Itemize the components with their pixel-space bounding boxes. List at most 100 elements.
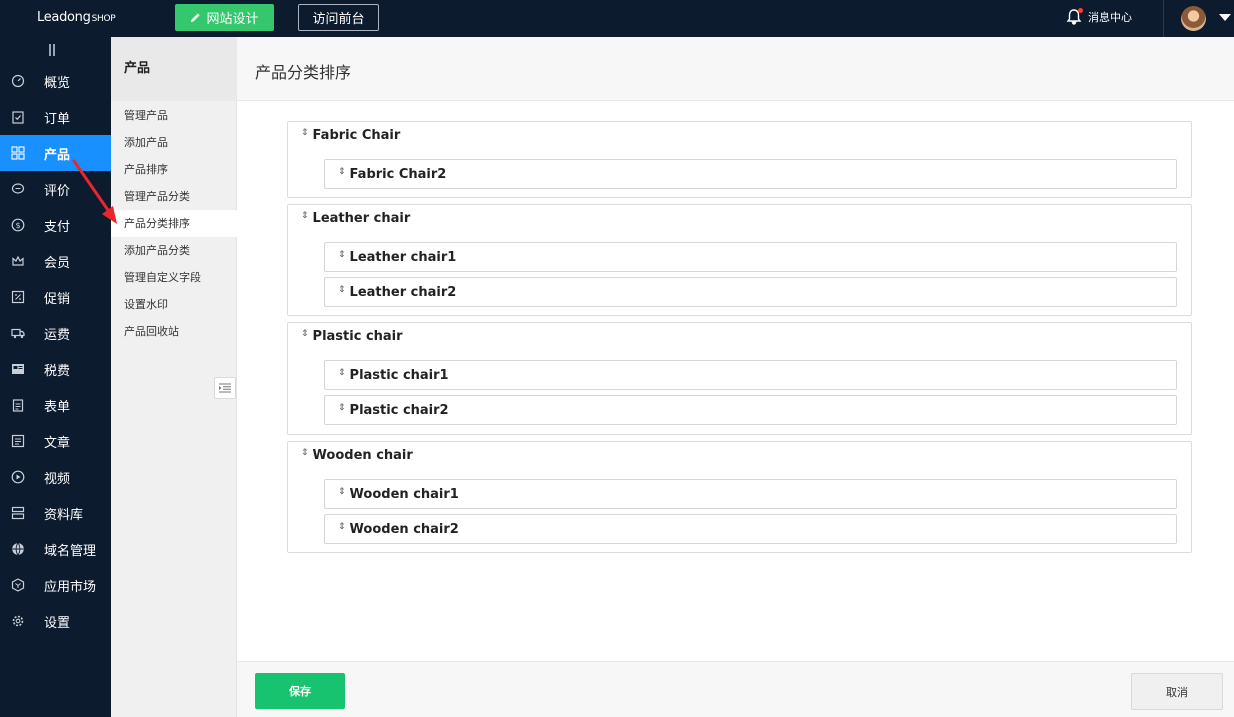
category-title: ⇕ Leather chair [301, 211, 410, 226]
drag-handle-icon[interactable]: ⇕ [338, 404, 346, 413]
crown-icon [11, 254, 25, 268]
topbar-divider [1163, 0, 1164, 37]
sidebar-item-products[interactable]: 产品 [0, 135, 111, 171]
sidebar-item-label: 应用市场 [44, 579, 97, 595]
sidebar-item-videos[interactable]: 视频 [0, 459, 111, 495]
sidebar-item-tax[interactable]: 税费 [0, 351, 111, 387]
bell-icon [1066, 8, 1083, 26]
drag-handle-icon[interactable]: ⇕ [338, 168, 346, 177]
sidebar-item-label: 产品 [44, 147, 71, 163]
subnav-item-add-product[interactable]: 添加产品 [111, 129, 237, 156]
sidebar-item-promotions[interactable]: 促销 [0, 279, 111, 315]
cancel-button[interactable]: 取消 [1131, 673, 1223, 710]
sidebar-item-members[interactable]: 会员 [0, 243, 111, 279]
sidebar-item-label: 支付 [44, 219, 71, 235]
sidebar-item-label: 促销 [44, 291, 71, 307]
subcategory-title: ⇕ Leather chair1 [338, 250, 456, 265]
sidebar-item-overview[interactable]: 概览 [0, 63, 111, 99]
logo-shop-text: SHOP [91, 14, 116, 24]
sidebar-item-label: 税费 [44, 363, 71, 379]
category-name: Leather chair [312, 211, 411, 226]
action-footer: 保存 取消 [237, 661, 1234, 717]
category-item[interactable]: ⇕ Fabric Chair ⇕ Fabric Chair2 [287, 121, 1192, 198]
sidebar-item-app-market[interactable]: 应用市场 [0, 567, 111, 603]
database-icon [11, 506, 25, 520]
avatar[interactable] [1181, 6, 1206, 31]
drag-handle-icon[interactable]: ⇕ [301, 212, 309, 221]
subcategory-item[interactable]: ⇕ Plastic chair1 [324, 360, 1177, 390]
tax-icon [11, 362, 25, 376]
category-item[interactable]: ⇕ Leather chair ⇕ Leather chair1 ⇕ Leather … [287, 204, 1192, 316]
sidebar-item-forms[interactable]: 表单 [0, 387, 111, 423]
caret-down-icon[interactable] [1219, 14, 1231, 21]
website-design-button[interactable]: 网站设计 [175, 4, 274, 31]
subcategory-item[interactable]: ⇕ Wooden chair1 [324, 479, 1177, 509]
sidebar-item-label: 文章 [44, 435, 71, 451]
sidebar-toggle-icon[interactable] [49, 44, 55, 56]
sidebar-item-reviews[interactable]: 评价 [0, 171, 111, 207]
drag-handle-icon[interactable]: ⇕ [301, 449, 309, 458]
sidebar-item-payment[interactable]: $ 支付 [0, 207, 111, 243]
subcategory-name: Wooden chair2 [349, 522, 459, 537]
svg-text:$: $ [15, 221, 20, 230]
subnav-item-product-sort[interactable]: 产品排序 [111, 156, 237, 183]
sidebar-item-settings[interactable]: 设置 [0, 603, 111, 639]
gear-icon [11, 614, 25, 628]
subnav-item-watermark[interactable]: 设置水印 [111, 291, 237, 318]
subcategory-title: ⇕ Leather chair2 [338, 285, 456, 300]
product-subnav: 产品 管理产品 添加产品 产品排序 管理产品分类 产品分类排序 添加产品分类 管… [111, 37, 237, 717]
visit-frontend-button[interactable]: 访问前台 [298, 4, 379, 31]
sidebar-item-articles[interactable]: 文章 [0, 423, 111, 459]
subcategory-item[interactable]: ⇕ Wooden chair2 [324, 514, 1177, 544]
main-sidebar: 概览 订单 产品 评价 $ 支付 会员 促销 运费 税费 表单 文章 视频 资料… [0, 37, 111, 717]
drag-handle-icon[interactable]: ⇕ [338, 488, 346, 497]
subcategory-item[interactable]: ⇕ Leather chair1 [324, 242, 1177, 272]
subnav-item-manage-categories[interactable]: 管理产品分类 [111, 183, 237, 210]
category-name: Fabric Chair [312, 128, 401, 143]
sidebar-item-library[interactable]: 资料库 [0, 495, 111, 531]
message-center[interactable]: 消息中心 [1066, 8, 1132, 26]
sidebar-item-label: 域名管理 [44, 543, 97, 559]
subcategory-name: Plastic chair1 [349, 368, 449, 383]
subcategory-title: ⇕ Plastic chair1 [338, 368, 449, 383]
collapse-menu-button[interactable] [214, 377, 236, 399]
subcategory-item[interactable]: ⇕ Plastic chair2 [324, 395, 1177, 425]
sidebar-item-label: 会员 [44, 255, 71, 271]
category-title: ⇕ Wooden chair [301, 448, 413, 463]
sidebar-item-domains[interactable]: 域名管理 [0, 531, 111, 567]
sidebar-item-shipping[interactable]: 运费 [0, 315, 111, 351]
subcategory-title: ⇕ Plastic chair2 [338, 403, 449, 418]
category-item[interactable]: ⇕ Wooden chair ⇕ Wooden chair1 ⇕ Wooden cha… [287, 441, 1192, 553]
drag-handle-icon[interactable]: ⇕ [338, 369, 346, 378]
pencil-icon [191, 13, 201, 23]
subnav-item-custom-fields[interactable]: 管理自定义字段 [111, 264, 237, 291]
subnav-item-category-sort[interactable]: 产品分类排序 [111, 210, 237, 237]
category-title: ⇕ Fabric Chair [301, 128, 400, 143]
drag-handle-icon[interactable]: ⇕ [338, 251, 346, 260]
dollar-icon: $ [11, 218, 25, 232]
category-item[interactable]: ⇕ Plastic chair ⇕ Plastic chair1 ⇕ Plastic … [287, 322, 1192, 435]
sidebar-item-orders[interactable]: 订单 [0, 99, 111, 135]
subnav-item-recycle-bin[interactable]: 产品回收站 [111, 318, 237, 345]
subnav-item-add-category[interactable]: 添加产品分类 [111, 237, 237, 264]
drag-handle-icon[interactable]: ⇕ [338, 523, 346, 532]
drag-handle-icon[interactable]: ⇕ [301, 129, 309, 138]
subcategory-name: Plastic chair2 [349, 403, 449, 418]
save-button[interactable]: 保存 [255, 673, 345, 709]
page-header: 产品分类排序 [237, 37, 1234, 101]
subcategory-item[interactable]: ⇕ Leather chair2 [324, 277, 1177, 307]
subcategory-item[interactable]: ⇕ Fabric Chair2 [324, 159, 1177, 189]
category-name: Plastic chair [312, 329, 403, 344]
subnav-item-manage-products[interactable]: 管理产品 [111, 102, 237, 129]
drag-handle-icon[interactable]: ⇕ [338, 286, 346, 295]
logo[interactable]: LeadongSHOP [37, 10, 116, 25]
grid-icon [11, 146, 25, 160]
drag-handle-icon[interactable]: ⇕ [301, 330, 309, 339]
chat-icon [11, 182, 25, 196]
page-title: 产品分类排序 [255, 63, 352, 82]
logo-text: Leadong [37, 10, 91, 25]
subcategory-title: ⇕ Wooden chair2 [338, 522, 459, 537]
form-icon [11, 398, 25, 412]
indent-icon [219, 383, 231, 393]
cube-icon [11, 578, 25, 592]
